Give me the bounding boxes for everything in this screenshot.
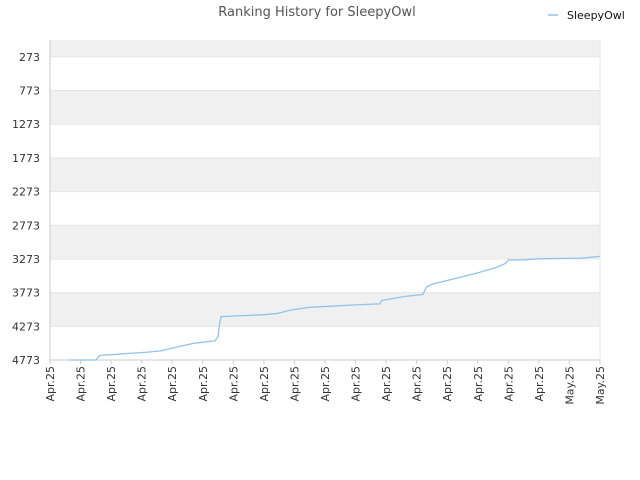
grid-band <box>50 225 600 259</box>
x-tick-label: Apr.25 <box>166 366 179 402</box>
y-tick-label: 4273 <box>12 320 40 333</box>
y-tick-label: 4773 <box>12 354 40 367</box>
x-tick-label: Apr.25 <box>44 366 57 402</box>
legend-label: SleepyOwl <box>567 9 625 22</box>
x-tick-label: Apr.25 <box>502 366 515 402</box>
x-tick-label: Apr.25 <box>533 366 546 402</box>
grid-band <box>50 292 600 327</box>
grid-band <box>50 40 600 57</box>
grid-band <box>50 157 600 192</box>
y-tick-label: 2273 <box>12 186 40 199</box>
y-tick-label: 3273 <box>12 253 40 266</box>
chart-canvas: Ranking History for SleepyOwl 273 773 1273… <box>12 5 625 405</box>
y-tick-label: 3773 <box>12 287 40 300</box>
x-tick-label: Apr.25 <box>288 366 301 402</box>
y-axis-tick-labels: 273 773 1273 1773 2273 2773 3273 3773 4273 4773 <box>12 51 40 367</box>
x-tick-label: Apr.25 <box>258 366 271 402</box>
y-tick-label: 2773 <box>12 219 40 232</box>
x-tick-label: Apr.25 <box>136 366 149 402</box>
x-tick-label: Apr.25 <box>411 366 424 402</box>
x-tick-label: May.25 <box>594 366 607 405</box>
x-tick-label: Apr.25 <box>105 366 118 402</box>
y-tick-label: 1273 <box>12 118 40 131</box>
x-tick-label: Apr.25 <box>75 366 88 402</box>
ranking-chart: Ranking History for SleepyOwl 273 773 1273… <box>0 0 640 480</box>
x-tick-label: Apr.25 <box>472 366 485 402</box>
x-axis-tick-labels: Apr.25 Apr.25 Apr.25 Apr.25 Apr.25 Apr.25 Apr.… <box>44 360 607 405</box>
y-tick-label: 1773 <box>12 152 40 165</box>
x-tick-label: Apr.25 <box>319 366 332 402</box>
x-tick-label: May.25 <box>563 366 576 405</box>
x-tick-label: Apr.25 <box>227 366 240 402</box>
alternating-bands <box>50 40 600 327</box>
grid-band <box>50 90 600 125</box>
legend[interactable]: SleepyOwl <box>548 9 625 22</box>
x-tick-label: Apr.25 <box>441 366 454 402</box>
y-tick-label: 273 <box>19 51 40 64</box>
x-tick-label: Apr.25 <box>197 366 210 402</box>
chart-title: Ranking History for SleepyOwl <box>218 5 415 20</box>
x-tick-label: Apr.25 <box>350 366 363 402</box>
y-tick-label: 773 <box>19 85 40 98</box>
x-tick-label: Apr.25 <box>380 366 393 402</box>
